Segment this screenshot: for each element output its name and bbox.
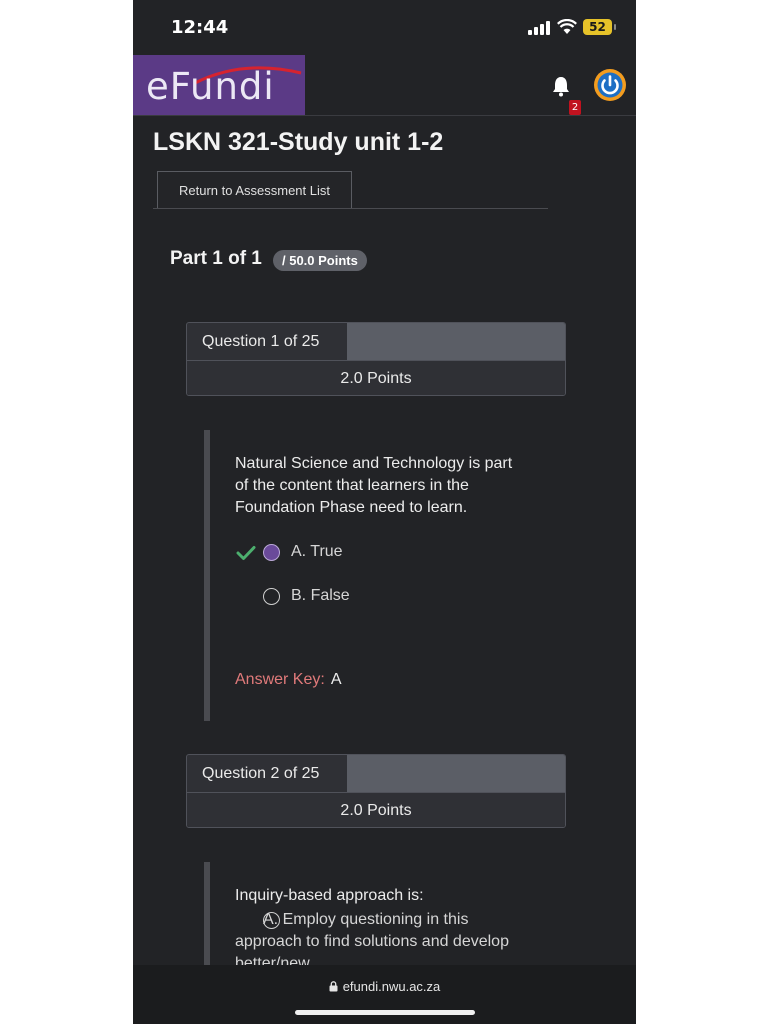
question-points: 2.0 Points <box>187 792 565 827</box>
answer-key-value: A <box>330 671 342 688</box>
page-title: LSKN 321-Study unit 1-2 <box>153 128 444 156</box>
answer-key-label: Answer Key: <box>235 671 325 688</box>
battery-indicator: 52 <box>583 19 616 35</box>
question-1-body-border <box>204 430 210 721</box>
correct-check-icon <box>236 546 256 560</box>
browser-url-bar[interactable]: efundi.nwu.ac.za <box>133 965 636 1024</box>
home-indicator[interactable] <box>295 1010 475 1015</box>
radio-selected[interactable] <box>263 544 280 561</box>
url-label: efundi.nwu.ac.za <box>342 979 441 994</box>
option-label: A. True <box>291 543 343 560</box>
url-text: efundi.nwu.ac.za <box>133 979 636 994</box>
phone-screen: 12:44 52 eFundi 2 LSKN 321-Study unit 1-… <box>133 0 636 1024</box>
wifi-icon <box>557 19 577 34</box>
notification-bell-icon[interactable] <box>551 75 571 97</box>
title-divider <box>153 208 548 209</box>
status-time: 12:44 <box>171 17 229 38</box>
option-label: B. False <box>291 587 350 604</box>
lock-icon <box>329 981 338 992</box>
question-2-body-border <box>204 862 210 972</box>
question-points: 2.0 Points <box>187 360 565 395</box>
answer-key: Answer Key: A <box>235 671 341 689</box>
logo-text: eFundi <box>146 65 275 108</box>
part-title: Part 1 of 1 <box>170 248 262 269</box>
cellular-signal-icon <box>528 21 552 35</box>
efundi-logo[interactable]: eFundi <box>133 55 305 115</box>
question-number: Question 2 of 25 <box>187 755 347 792</box>
logout-power-icon[interactable] <box>593 68 627 102</box>
site-header: eFundi 2 <box>133 55 636 116</box>
question-1-text: Natural Science and Technology is part o… <box>235 455 513 516</box>
question-number: Question 1 of 25 <box>187 323 347 360</box>
return-to-assessment-list-button[interactable]: Return to Assessment List <box>157 171 352 208</box>
question-1-header: Question 1 of 25 2.0 Points <box>186 322 566 396</box>
radio-unselected[interactable] <box>263 588 280 605</box>
question-2-text: Inquiry-based approach is: <box>235 887 424 904</box>
status-bar: 12:44 52 <box>133 0 636 55</box>
question-2-header: Question 2 of 25 2.0 Points <box>186 754 566 828</box>
part-points-badge: / 50.0 Points <box>273 250 367 271</box>
notification-badge: 2 <box>569 100 581 115</box>
